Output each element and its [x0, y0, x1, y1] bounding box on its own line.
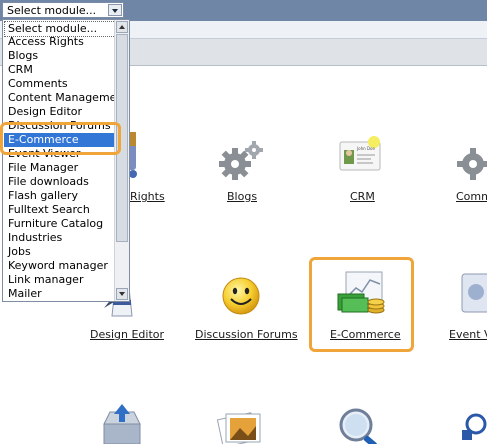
dropdown-item-access-rights[interactable]: Access Rights [8, 35, 84, 49]
event-viewer-icon[interactable] [460, 272, 487, 316]
dropdown-item-content-management[interactable]: Content Management [8, 91, 128, 105]
crm-card-name: John Doe [356, 146, 375, 151]
dropdown-item-link-manager[interactable]: Link manager [8, 273, 83, 287]
chevron-down-icon[interactable] [108, 4, 122, 16]
module-label-blogs[interactable]: Blogs [227, 190, 257, 203]
smiley-icon[interactable] [221, 276, 261, 316]
dropdown-item-flash-gallery[interactable]: Flash gallery [8, 189, 78, 203]
module-dropdown-list[interactable]: Select module... Access Rights Blogs CRM… [2, 19, 130, 302]
dropdown-item-industries[interactable]: Industries [8, 231, 62, 245]
module-label-rights[interactable]: Rights [130, 190, 165, 203]
scroll-down-icon[interactable] [116, 288, 128, 300]
module-select[interactable]: Select module... [2, 2, 124, 18]
scroll-up-icon[interactable] [116, 21, 128, 33]
dropdown-item-crm[interactable]: CRM [8, 63, 33, 77]
dropdown-item-design-editor[interactable]: Design Editor [8, 105, 82, 119]
dropdown-item-mailer[interactable]: Mailer [8, 287, 42, 301]
module-label-design-editor[interactable]: Design Editor [90, 328, 164, 341]
dropdown-item-keyword-manager[interactable]: Keyword manager [8, 259, 108, 273]
dropdown-item-blogs[interactable]: Blogs [8, 49, 38, 63]
e-commerce-highlight [309, 257, 414, 352]
dropdown-item-comments[interactable]: Comments [8, 77, 68, 91]
inbox-icon[interactable] [100, 404, 144, 444]
dropdown-item-jobs[interactable]: Jobs [8, 245, 31, 259]
module-label-event-viewer[interactable]: Event V [449, 328, 487, 341]
magnifier-icon[interactable] [334, 405, 384, 444]
dropdown-item-file-manager[interactable]: File Manager [8, 161, 78, 175]
module-label-comments[interactable]: Comm [456, 190, 487, 203]
module-label-discussion-forums[interactable]: Discussion Forums [195, 328, 298, 341]
contact-card-icon[interactable]: John Doe [338, 136, 384, 178]
comments-gear-icon[interactable] [455, 140, 487, 182]
dropdown-item-file-downloads[interactable]: File downloads [8, 175, 89, 189]
photo-icon[interactable] [214, 408, 264, 444]
module-label-crm[interactable]: CRM [350, 190, 375, 203]
gear-icon[interactable] [218, 140, 264, 182]
dropdown-item-fulltext-search[interactable]: Fulltext Search [8, 203, 90, 217]
dropdown-e-commerce-highlight [0, 122, 121, 155]
partial-icon[interactable] [458, 408, 487, 444]
module-select-value: Select module... [7, 4, 97, 17]
dropdown-scrollbar[interactable] [114, 20, 129, 301]
dropdown-item-furniture-catalog[interactable]: Furniture Catalog [8, 217, 103, 231]
